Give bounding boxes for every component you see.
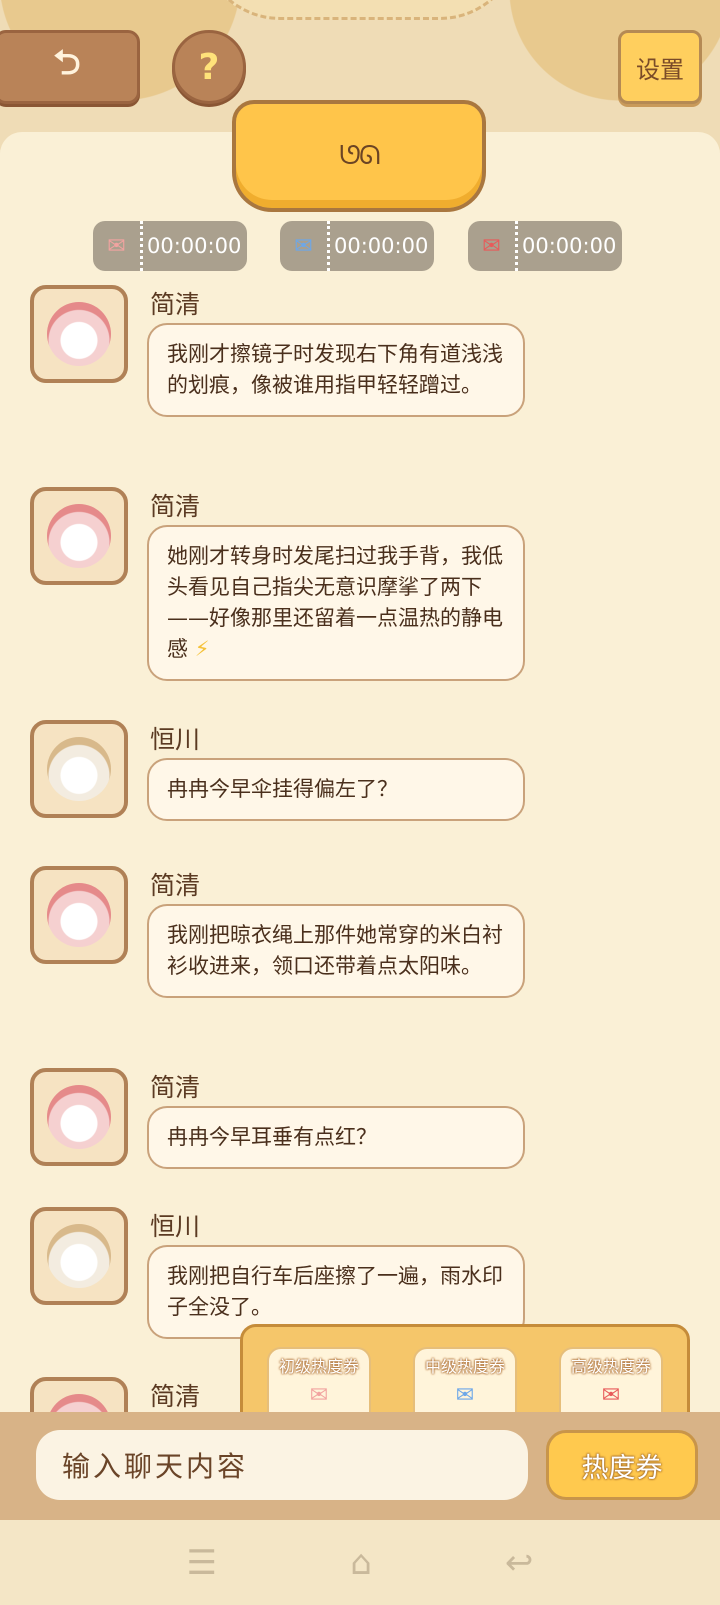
jianqing-avatar[interactable]	[30, 1377, 128, 1417]
chat-message: 简清 她刚才转身时发尾扫过我手背，我低头看见自己指尖无意识摩挲了两下——好像那里…	[30, 487, 550, 681]
sender-name: 简清	[150, 871, 201, 900]
home-icon[interactable]: ⌂	[350, 1543, 372, 1583]
senior-ticket-timer: ✉ 00:00:00	[468, 221, 622, 271]
back-arrow-icon: ⮌	[53, 42, 81, 83]
mid-ticket-icon: ✉	[455, 1383, 475, 1408]
senior-ticket-icon: ✉	[468, 221, 518, 271]
message-bubble: 冉冉今早伞挂得偏左了？	[147, 758, 525, 821]
chat-input[interactable]: 输入聊天内容	[36, 1430, 528, 1500]
settings-button[interactable]: 设置	[618, 30, 702, 104]
chat-message: 简清 冉冉今早耳垂有点红？	[30, 1068, 550, 1178]
ticket-label: 中级热度券	[424, 1357, 505, 1376]
sender-name: 简清	[150, 492, 201, 521]
message-text: 她刚才转身时发尾扫过我手背，我低头看见自己指尖无意识摩挲了两下——好像那里还留着…	[167, 544, 503, 661]
sender-name: 简清	[150, 1382, 201, 1411]
sender-name: 简清	[150, 1073, 201, 1102]
jianqing-avatar[interactable]	[30, 1068, 128, 1166]
junior-ticket-timer: ✉ 00:00:00	[93, 221, 247, 271]
sender-name: 恒川	[150, 725, 201, 754]
message-bubble: 我刚把晾衣绳上那件她常穿的米白衬衫收进来，领口还带着点太阳味。	[147, 904, 525, 998]
junior-ticket-icon: ✉	[309, 1383, 329, 1408]
timer-value: 00:00:00	[147, 234, 242, 258]
menu-icon[interactable]: ☰	[187, 1543, 217, 1583]
sender-name: 简清	[150, 290, 201, 319]
chat-message: 恒川 冉冉今早伞挂得偏左了？	[30, 720, 550, 830]
junior-ticket-icon: ✉	[93, 221, 143, 271]
sender-name: 恒川	[150, 1212, 201, 1241]
chat-message: 简清 我刚把晾衣绳上那件她常穿的米白衬衫收进来，领口还带着点太阳味。	[30, 866, 550, 1026]
message-bubble: 她刚才转身时发尾扫过我手背，我低头看见自己指尖无意识摩挲了两下——好像那里还留着…	[147, 525, 525, 681]
chat-message: 简清 我刚才擦镜子时发现右下角有道浅浅的划痕，像被谁用指甲轻轻蹭过。	[30, 285, 550, 445]
mid-ticket-icon: ✉	[280, 221, 330, 271]
jianqing-avatar[interactable]	[30, 487, 128, 585]
system-nav-bar: ☰ ⌂ ↩	[0, 1520, 720, 1605]
chat-message: 恒川 我刚把自行车后座擦了一遍，雨水印子全没了。	[30, 1207, 550, 1339]
top-decoration-bump	[200, 0, 520, 20]
heat-ticket-panel: 初级热度券 ✉ 中级热度券 ✉ 高级热度券 ✉	[240, 1324, 690, 1424]
hengchuan-avatar[interactable]	[30, 720, 128, 818]
timer-value: 00:00:00	[522, 234, 617, 258]
back-icon[interactable]: ↩	[505, 1543, 534, 1583]
jianqing-avatar[interactable]	[30, 285, 128, 383]
senior-ticket-icon: ✉	[601, 1383, 621, 1408]
emotion-banner: ᘎᘏ	[232, 100, 486, 212]
ticket-label: 高级热度券	[570, 1357, 651, 1376]
jianqing-avatar[interactable]	[30, 866, 128, 964]
lightning-icon: ⚡	[194, 637, 210, 661]
input-bar: 输入聊天内容 热度券	[0, 1412, 720, 1520]
mid-ticket-timer: ✉ 00:00:00	[280, 221, 434, 271]
heat-ticket-button[interactable]: 热度券	[546, 1430, 698, 1500]
hengchuan-avatar[interactable]	[30, 1207, 128, 1305]
emotion-face-icon: ᘎᘏ	[339, 140, 380, 171]
back-button[interactable]: ⮌	[0, 30, 140, 104]
ticket-label: 初级热度券	[278, 1357, 359, 1376]
message-bubble: 冉冉今早耳垂有点红？	[147, 1106, 525, 1169]
message-bubble: 我刚才擦镜子时发现右下角有道浅浅的划痕，像被谁用指甲轻轻蹭过。	[147, 323, 525, 417]
timer-value: 00:00:00	[334, 234, 429, 258]
help-button[interactable]: ?	[172, 30, 246, 104]
